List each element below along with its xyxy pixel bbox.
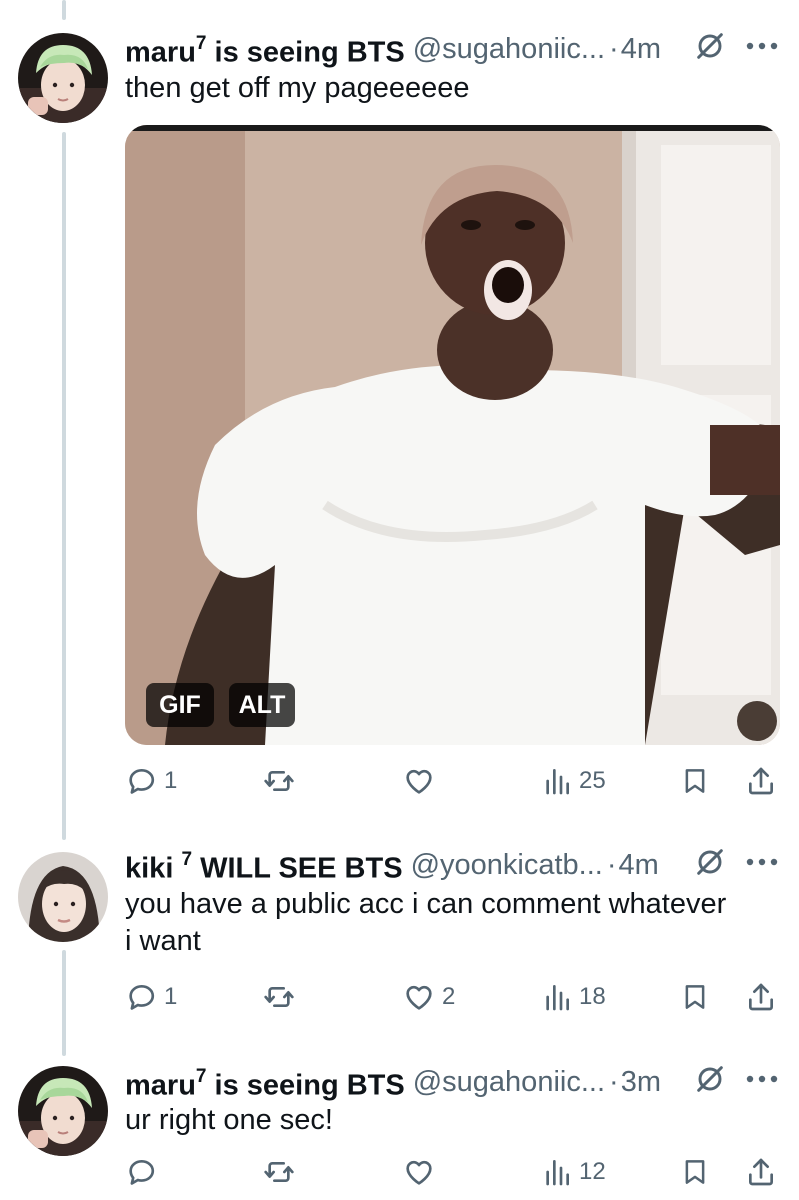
share-upload-icon [745, 1156, 777, 1188]
bookmark-button[interactable] [680, 1156, 710, 1188]
alt-badge[interactable]: ALT [229, 683, 295, 727]
avatar-image [18, 33, 108, 123]
repost-arrows-icon [261, 1156, 297, 1188]
views-button[interactable]: 18 [541, 981, 606, 1013]
gif-media[interactable]: GIF ALT [125, 125, 780, 745]
speech-bubble-icon [126, 1156, 158, 1188]
separator-dot: · [609, 33, 619, 66]
user-handle[interactable]: @sugahoniic... [413, 1066, 605, 1098]
three-dots-icon[interactable] [745, 41, 779, 51]
reply-count: 1 [164, 767, 178, 794]
like-button[interactable] [402, 1156, 436, 1188]
share-button[interactable] [745, 1156, 777, 1188]
tweet-header: kiki 7 WILL SEE BTS @yoonkicatb... · 4m [125, 846, 659, 885]
reply-button[interactable] [126, 1156, 158, 1188]
separator-dot: · [609, 1066, 619, 1099]
user-handle[interactable]: @yoonkicatb... [411, 849, 603, 881]
views-button[interactable]: 25 [541, 765, 606, 797]
repost-button[interactable] [261, 1156, 297, 1188]
three-dots-icon[interactable] [745, 857, 779, 867]
mute-circle-slash-icon[interactable] [694, 30, 726, 62]
share-button[interactable] [745, 981, 777, 1013]
repost-button[interactable] [261, 981, 297, 1013]
reply-button[interactable]: 1 [126, 981, 177, 1013]
bookmark-icon [680, 981, 710, 1013]
heart-icon [402, 1156, 436, 1188]
display-name[interactable]: maru7 is seeing BTS [125, 1063, 405, 1102]
share-upload-icon [745, 765, 777, 797]
avatar-image [18, 852, 108, 942]
thread-line-top [62, 0, 66, 20]
user-handle[interactable]: @sugahoniic... [413, 33, 605, 65]
like-button[interactable] [402, 765, 436, 797]
mute-circle-slash-icon[interactable] [694, 846, 726, 878]
timestamp[interactable]: 4m [621, 33, 661, 65]
repost-arrows-icon [261, 981, 297, 1013]
speech-bubble-icon [126, 981, 158, 1013]
tweet-text: then get off my pageeeeee [125, 72, 470, 104]
views-count: 25 [579, 767, 606, 794]
display-name[interactable]: kiki 7 WILL SEE BTS [125, 846, 403, 885]
heart-icon [402, 981, 436, 1013]
timestamp[interactable]: 4m [619, 849, 659, 881]
like-button[interactable]: 2 [402, 981, 455, 1013]
reply-button[interactable]: 1 [126, 765, 177, 797]
repost-button[interactable] [261, 765, 297, 797]
views-count: 12 [579, 1158, 606, 1185]
tweet-text-line-2: i want [125, 925, 201, 957]
bar-chart-icon [541, 1156, 573, 1188]
avatar-image [18, 1066, 108, 1156]
three-dots-icon[interactable] [745, 1074, 779, 1084]
tweet-text: ur right one sec! [125, 1104, 333, 1136]
share-button[interactable] [745, 765, 777, 797]
tweet-text-line-1: you have a public acc i can comment what… [125, 888, 727, 920]
bookmark-button[interactable] [680, 765, 710, 797]
bar-chart-icon [541, 981, 573, 1013]
like-count: 2 [442, 983, 456, 1010]
gif-badge[interactable]: GIF [146, 683, 214, 727]
separator-dot: · [606, 849, 617, 882]
share-upload-icon [745, 981, 777, 1013]
views-button[interactable]: 12 [541, 1156, 606, 1188]
bookmark-icon [680, 765, 710, 797]
repost-arrows-icon [261, 765, 297, 797]
thread-line-1 [62, 132, 66, 840]
tweet-header: maru7 is seeing BTS @sugahoniic... · 3m [125, 1063, 661, 1102]
views-count: 18 [579, 983, 606, 1010]
avatar[interactable] [18, 33, 108, 123]
bar-chart-icon [541, 765, 573, 797]
bookmark-icon [680, 1156, 710, 1188]
mute-circle-slash-icon[interactable] [694, 1063, 726, 1095]
timestamp[interactable]: 3m [621, 1066, 661, 1098]
display-name[interactable]: maru7 is seeing BTS [125, 30, 405, 69]
avatar[interactable] [18, 1066, 108, 1156]
thread-line-2 [62, 950, 66, 1056]
speech-bubble-icon [126, 765, 158, 797]
gif-frame-image [125, 125, 780, 745]
tweet-text: you have a public acc i can comment what… [125, 886, 775, 960]
tweet-header: maru7 is seeing BTS @sugahoniic... · 4m [125, 30, 661, 69]
heart-icon [402, 765, 436, 797]
reply-count: 1 [164, 983, 178, 1010]
avatar[interactable] [18, 852, 108, 942]
bookmark-button[interactable] [680, 981, 710, 1013]
